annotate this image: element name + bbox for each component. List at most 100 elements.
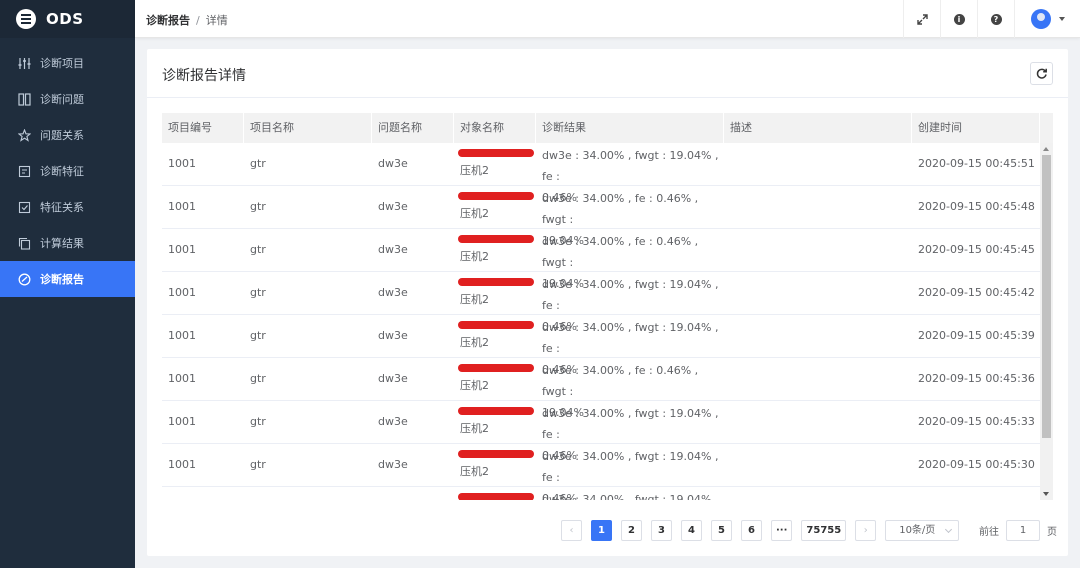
problem-name-cell: dw3e (372, 444, 454, 486)
column-header: 描述 (724, 113, 912, 143)
page-button-2[interactable]: 2 (621, 520, 642, 541)
object-name-text: 压机2 (460, 164, 489, 177)
table-body[interactable]: 1001 gtr dw3e 压机2 dw3e : 34.00% , fwgt : 19.… (162, 143, 1040, 500)
problem-name-cell: dw3e (372, 272, 454, 314)
sidebar-item-4[interactable]: 诊断特征 (0, 153, 135, 189)
redacted-mark (458, 321, 534, 329)
help-button[interactable]: ? (977, 0, 1014, 38)
page-button-6[interactable]: 6 (741, 520, 762, 541)
created-time-cell: 2020-09-15 00:45:51 (912, 143, 1040, 185)
object-name-text: 压机2 (460, 293, 489, 306)
prev-page-button[interactable]: ‹ (561, 520, 582, 541)
result-line: dw3e : 34.00% , fwgt : 19.04% , fe : (542, 407, 719, 441)
project-id-cell: 1001 (162, 487, 244, 500)
description-cell (724, 487, 912, 500)
sidebar-item-label: 诊断项目 (40, 57, 84, 70)
expand-icon (916, 13, 928, 25)
table-scrollbar[interactable] (1040, 143, 1053, 500)
result-line: dw3e : 34.00% , fwgt : 19.04% , fe : (542, 149, 719, 183)
breadcrumb: 诊断报告 / 详情 (146, 12, 228, 28)
page-size-value: 10条/页 (899, 525, 936, 536)
table-row[interactable]: 1001 gtr dw3e 压机2 dw3e : 34.00% , fe : 0.46%… (162, 186, 1040, 247)
project-id-cell: 1001 (162, 229, 244, 271)
object-name-cell: 压机2 (454, 401, 536, 443)
help-icon: ? (990, 13, 1002, 25)
diagnosis-result-cell: dw3e : 34.00% , fe : 0.46% , fwgt :19.04… (536, 186, 724, 247)
page-size-select[interactable]: 10条/页 (885, 520, 960, 541)
more-pages-button[interactable]: ··· (771, 520, 793, 541)
problem-name-cell: dw3e (372, 401, 454, 443)
breadcrumb-item-report[interactable]: 诊断报告 (146, 14, 190, 27)
column-header: 项目名称 (244, 113, 372, 143)
page-button-1[interactable]: 1 (591, 520, 612, 541)
project-name-cell: gtr (244, 358, 372, 400)
page-button-5[interactable]: 5 (711, 520, 732, 541)
goto-page-input[interactable] (1006, 520, 1040, 541)
description-cell (724, 358, 912, 400)
sidebar-item-7[interactable]: 诊断报告 (0, 261, 135, 297)
sidebar-item-label: 诊断报告 (40, 273, 84, 286)
table-row[interactable]: 1001 gtr dw3e 压机2 dw3e : 34.00% , fwgt : 19.… (162, 272, 1040, 333)
diagnosis-result-cell: dw3e : 34.00% , fwgt : 19.04% , fe :0.46… (536, 444, 724, 500)
sidebar-item-label: 特征关系 (40, 201, 84, 214)
description-cell (724, 229, 912, 271)
project-name-cell: gtr (244, 401, 372, 443)
sidebar-item-3[interactable]: 问题关系 (0, 117, 135, 153)
page-button-4[interactable]: 4 (681, 520, 702, 541)
redacted-mark (458, 493, 534, 500)
sidebar-item-1[interactable]: 诊断项目 (0, 45, 135, 81)
table-header-gutter (1040, 113, 1053, 143)
sidebar-item-label: 问题关系 (40, 129, 84, 142)
redacted-mark (458, 450, 534, 458)
table-row[interactable]: 1001 gtr dw3e 压机2 dw3e : 34.00% , fwgt : 19.… (162, 143, 1040, 204)
sidebar: ODS 诊断项目诊断问题问题关系诊断特征特征关系计算结果诊断报告 (0, 0, 135, 568)
object-name-text: 压机2 (460, 336, 489, 349)
created-time-cell: 2020-09-15 00:45:39 (912, 315, 1040, 357)
diagnosis-result-cell: dw3e : 34.00% , fwgt : 19.04% , fe :0.46… (536, 272, 724, 333)
app-logo[interactable]: ODS (0, 0, 135, 38)
object-name-cell: 压机2 (454, 444, 536, 486)
info-button[interactable]: i (940, 0, 977, 38)
fullscreen-button[interactable] (903, 0, 940, 38)
table-row[interactable]: 1001 gtr dw3e 压机2 dw3e : 34.00% , fwgt : 19.… (162, 401, 1040, 462)
created-time-cell: 2020-09-15 00:45:30 (912, 444, 1040, 486)
refresh-button[interactable] (1030, 62, 1053, 85)
refresh-icon (1036, 68, 1047, 79)
next-page-button[interactable]: › (855, 520, 877, 541)
project-name-cell: gtr (244, 444, 372, 486)
table-row[interactable]: 1001gtrdw3e dw3e : 34.00% , fwgt : 19.04%… (162, 487, 1040, 500)
app-title: ODS (46, 10, 84, 28)
sidebar-item-5[interactable]: 特征关系 (0, 189, 135, 225)
user-menu[interactable] (1014, 0, 1080, 38)
result-line: dw3e : 34.00% , fwgt : 19.04% , fe : (542, 321, 719, 355)
result-line: dw3e : 34.00% , fe : 0.46% , fwgt : (542, 235, 699, 269)
created-time-cell: 2020-09-15 00:45:36 (912, 358, 1040, 400)
report-detail-card: 诊断报告详情 项目编号 项目名称 问题名称 对象名称 诊断结果 描述 创建时间 1001 gt… (147, 49, 1068, 556)
chevron-down-icon (1058, 17, 1065, 21)
scrollbar-thumb[interactable] (1042, 155, 1051, 438)
sidebar-item-6[interactable]: 计算结果 (0, 225, 135, 261)
sidebar-item-label: 诊断特征 (40, 165, 84, 178)
problem-name-cell: dw3e (372, 315, 454, 357)
diagnosis-result-cell: dw3e : 34.00% , fe : 0.46% , fwgt :19.04… (536, 358, 724, 419)
table-row[interactable]: 1001 gtr dw3e 压机2 dw3e : 34.00% , fe : 0.46%… (162, 229, 1040, 290)
object-name-cell: 压机2 (454, 315, 536, 357)
redacted-mark (458, 192, 534, 200)
sidebar-item-2[interactable]: 诊断问题 (0, 81, 135, 117)
project-id-cell: 1001 (162, 401, 244, 443)
star-icon (17, 128, 32, 142)
object-name-text: 压机2 (460, 465, 489, 478)
sidebar-item-label: 计算结果 (40, 237, 84, 250)
result-line: dw3e : 34.00% , fe : 0.46% , fwgt : (542, 192, 699, 226)
scroll-up-arrow-icon[interactable] (1043, 147, 1049, 151)
table-row[interactable]: 1001 gtr dw3e 压机2 dw3e : 34.00% , fwgt : 19.… (162, 444, 1040, 500)
table-row[interactable]: 1001 gtr dw3e 压机2 dw3e : 34.00% , fwgt : 19.… (162, 315, 1040, 376)
page-button-3[interactable]: 3 (651, 520, 672, 541)
diagnosis-result-cell: dw3e : 34.00% , fe : 0.46% , fwgt :19.04… (536, 229, 724, 290)
table-row[interactable]: 1001 gtr dw3e 压机2 dw3e : 34.00% , fe : 0.46%… (162, 358, 1040, 419)
problem-name-cell: dw3e (372, 229, 454, 271)
scroll-down-arrow-icon[interactable] (1043, 492, 1049, 496)
top-header: 诊断报告 / 详情 i ? (135, 0, 1080, 38)
project-name-cell: gtr (244, 229, 372, 271)
last-page-button[interactable]: 75755 (801, 520, 847, 541)
